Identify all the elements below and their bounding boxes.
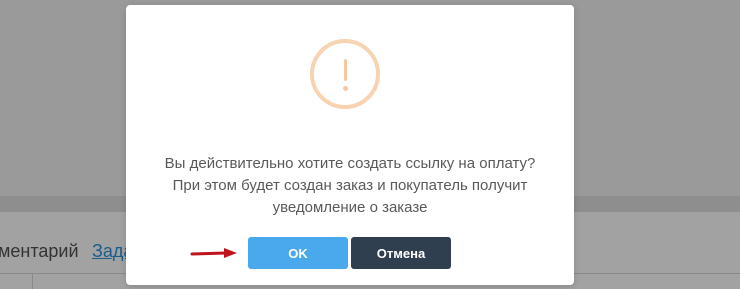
red-arrow-pointer-icon bbox=[190, 248, 237, 258]
exclamation-warning-icon bbox=[310, 39, 380, 109]
cancel-button[interactable]: Отмена bbox=[351, 237, 451, 269]
dialog-message-line: Вы действительно хотите создать ссылку н… bbox=[164, 155, 536, 172]
ok-button[interactable]: OK bbox=[248, 237, 348, 269]
dialog-message: Вы действительно хотите создать ссылку н… bbox=[146, 153, 554, 219]
exclamation-bar bbox=[344, 59, 347, 81]
confirmation-dialog: Вы действительно хотите создать ссылку н… bbox=[126, 5, 574, 285]
dialog-message-line: При этом будет создан заказ и покупатель… bbox=[172, 177, 528, 194]
dialog-message-line: уведомление о заказе bbox=[272, 199, 428, 216]
exclamation-dot bbox=[343, 86, 348, 91]
background-comment-tab: ментарий bbox=[0, 241, 79, 261]
background-column-divider bbox=[32, 273, 33, 289]
